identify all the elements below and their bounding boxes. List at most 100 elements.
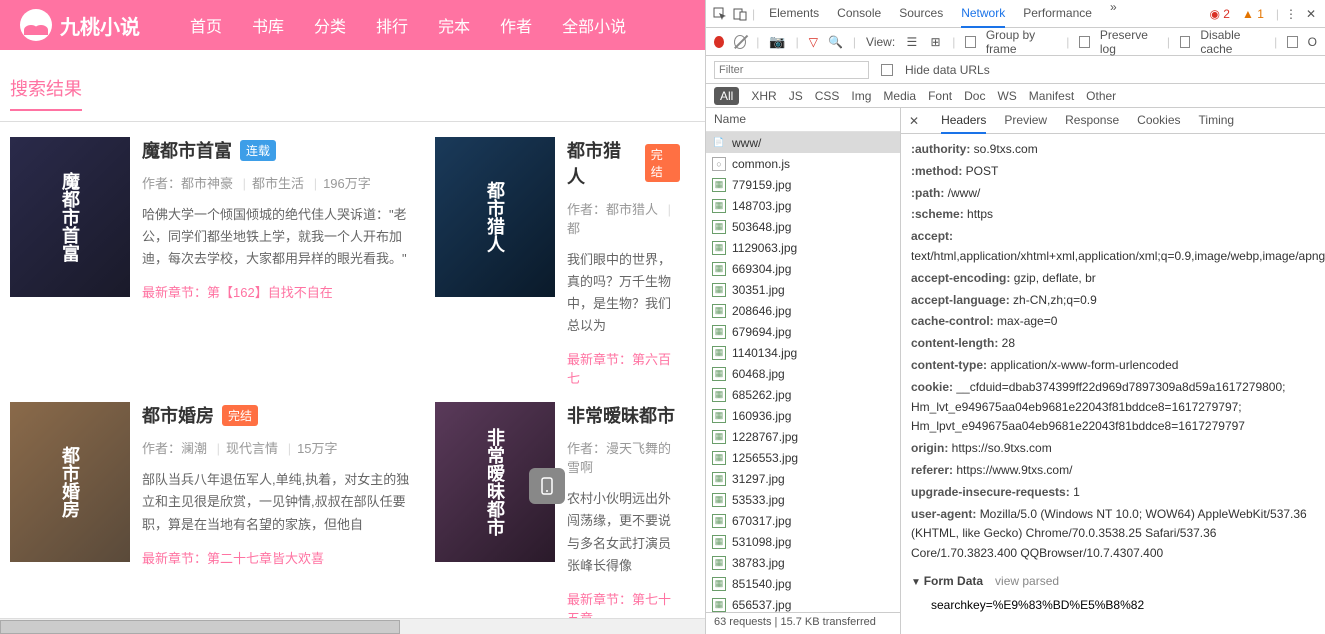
type-filter-media[interactable]: Media [883,89,916,103]
details-tab-preview[interactable]: Preview [1004,108,1047,134]
devtools-tab-performance[interactable]: Performance [1023,0,1092,28]
book-latest-chapter[interactable]: 最新章节：第二十七章皆大欢喜 [142,548,415,567]
request-row[interactable]: ▦60468.jpg [706,363,900,384]
book-title[interactable]: 都市婚房 [142,402,214,428]
view-parsed-link[interactable]: view parsed [995,574,1059,588]
request-row[interactable]: ▦669304.jpg [706,258,900,279]
form-data-section[interactable]: Form Dataview parsed [911,572,1315,592]
request-row[interactable]: ▦208646.jpg [706,300,900,321]
request-row[interactable]: 📄www/ [706,132,900,153]
type-filter-js[interactable]: JS [789,89,803,103]
request-name: 670317.jpg [732,514,791,528]
book-latest-chapter[interactable]: 最新章节：第【162】自找不自在 [142,282,415,301]
request-row[interactable]: ▦679694.jpg [706,321,900,342]
close-details-icon[interactable]: ✕ [909,114,919,128]
type-filter-img[interactable]: Img [851,89,871,103]
request-row[interactable]: ▦148703.jpg [706,195,900,216]
request-row[interactable]: ▦1256553.jpg [706,447,900,468]
filter-toggle-icon[interactable]: ▽ [809,35,818,49]
request-row[interactable]: ▦30351.jpg [706,279,900,300]
scrollbar-thumb[interactable] [0,620,400,634]
nav-item-0[interactable]: 首页 [190,13,222,37]
type-filter-css[interactable]: CSS [815,89,840,103]
search-icon[interactable]: 🔍 [828,34,843,50]
more-menu-icon[interactable]: ⋮ [1283,6,1299,22]
details-tab-timing[interactable]: Timing [1199,108,1235,134]
request-row[interactable]: ○common.js [706,153,900,174]
devtools-tab-sources[interactable]: Sources [899,0,943,28]
error-count[interactable]: ◉ 2 [1209,7,1230,21]
request-row[interactable]: ▦656537.jpg [706,594,900,612]
request-row[interactable]: ▦503648.jpg [706,216,900,237]
mobile-view-button[interactable] [529,468,565,504]
disable-cache-checkbox[interactable] [1180,36,1190,48]
book-category[interactable]: 都市生活 [252,176,304,191]
book-title[interactable]: 都市猎人 [567,137,637,189]
request-row[interactable]: ▦1129063.jpg [706,237,900,258]
group-by-frame-label[interactable]: Group by frame [986,28,1056,56]
filter-input[interactable] [714,61,869,79]
warning-count[interactable]: ▲ 1 [1242,7,1264,21]
type-filter-other[interactable]: Other [1086,89,1116,103]
book-author[interactable]: 都市神豪 [181,176,233,191]
book-title[interactable]: 魔都市首富 [142,137,232,163]
devtools-tab-network[interactable]: Network [961,0,1005,28]
horizontal-scrollbar[interactable] [0,618,705,634]
book-author[interactable]: 澜潮 [181,441,207,456]
request-row[interactable]: ▦53533.jpg [706,489,900,510]
screenshot-icon[interactable]: 📷 [769,34,785,50]
book-cover[interactable]: 都市猎人 [435,137,555,297]
clear-button[interactable] [734,35,746,49]
offline-checkbox[interactable] [1287,36,1297,48]
nav-item-1[interactable]: 书库 [252,13,284,37]
nav-item-6[interactable]: 全部小说 [562,13,626,37]
request-row[interactable]: ▦531098.jpg [706,531,900,552]
request-row[interactable]: ▦670317.jpg [706,510,900,531]
devtools-tab-elements[interactable]: Elements [769,0,819,28]
type-filter-ws[interactable]: WS [997,89,1016,103]
name-column-header[interactable]: Name [706,108,900,132]
preserve-log-label[interactable]: Preserve log [1100,28,1157,56]
device-toolbar-icon[interactable] [732,6,748,22]
overview-icon[interactable]: ⊞ [929,34,943,50]
request-row[interactable]: ▦779159.jpg [706,174,900,195]
hide-data-urls-checkbox[interactable] [881,64,893,76]
record-button[interactable] [714,36,724,48]
close-devtools-icon[interactable]: ✕ [1303,6,1319,22]
book-title[interactable]: 非常暧昧都市 [567,402,675,428]
devtools-tab-console[interactable]: Console [837,0,881,28]
nav-item-2[interactable]: 分类 [314,13,346,37]
request-row[interactable]: ▦1228767.jpg [706,426,900,447]
more-tabs-icon[interactable]: » [1110,0,1117,28]
group-by-frame-checkbox[interactable] [965,36,975,48]
site-logo[interactable]: 九桃小说 [20,9,140,41]
disable-cache-label[interactable]: Disable cache [1200,28,1264,56]
request-row[interactable]: ▦160936.jpg [706,405,900,426]
book-author[interactable]: 都市猎人 [606,202,658,217]
request-row[interactable]: ▦31297.jpg [706,468,900,489]
book-category[interactable]: 都 [567,221,580,236]
book-category[interactable]: 现代言情 [226,441,278,456]
request-row[interactable]: ▦38783.jpg [706,552,900,573]
nav-item-3[interactable]: 排行 [376,13,408,37]
hide-data-urls-label[interactable]: Hide data URLs [905,63,990,77]
details-tab-cookies[interactable]: Cookies [1137,108,1180,134]
type-filter-all[interactable]: All [714,87,739,105]
book-latest-chapter[interactable]: 最新章节：第六百七 [567,349,680,387]
type-filter-font[interactable]: Font [928,89,952,103]
request-row[interactable]: ▦685262.jpg [706,384,900,405]
inspect-element-icon[interactable] [712,6,728,22]
request-row[interactable]: ▦1140134.jpg [706,342,900,363]
request-row[interactable]: ▦851540.jpg [706,573,900,594]
type-filter-doc[interactable]: Doc [964,89,985,103]
nav-item-5[interactable]: 作者 [500,13,532,37]
details-tab-headers[interactable]: Headers [941,108,986,134]
nav-item-4[interactable]: 完本 [438,13,470,37]
type-filter-xhr[interactable]: XHR [751,89,776,103]
details-tab-response[interactable]: Response [1065,108,1119,134]
type-filter-manifest[interactable]: Manifest [1029,89,1074,103]
book-cover[interactable]: 魔都市首富 [10,137,130,297]
preserve-log-checkbox[interactable] [1079,36,1089,48]
large-rows-icon[interactable]: ☰ [905,34,919,50]
book-cover[interactable]: 都市婚房 [10,402,130,562]
